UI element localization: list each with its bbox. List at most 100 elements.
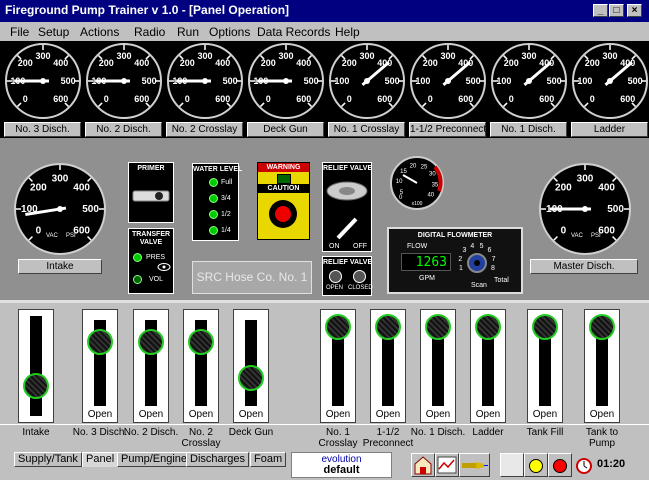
stopwatch-icon[interactable] (575, 456, 593, 474)
title-bar[interactable]: Fireground Pump Trainer v 1.0 - [Panel O… (0, 0, 649, 22)
gauge-tick-label: 400 (73, 182, 90, 193)
gauge-tick-label: 600 (296, 94, 311, 104)
valve-knob-icon[interactable] (188, 329, 214, 355)
valve-handle[interactable]: Open (320, 309, 356, 423)
valve-knob-icon[interactable] (87, 329, 113, 355)
flow-readout: 1263 (401, 253, 451, 271)
gauge-tick-label: 500 (547, 76, 562, 86)
discharge-gauge-face: 0100200300400500600 (410, 43, 486, 119)
valve-label: Deck Gun (211, 427, 291, 438)
primer-title: PRIMER (137, 165, 165, 172)
menu-setup[interactable]: Setup (38, 25, 69, 39)
gauge-tick-label: 400 (296, 58, 311, 68)
relief-valve-2-plate: RELIEF VALVE OPEN CLOSED (322, 256, 373, 296)
gauge-tick-label: 200 (18, 58, 33, 68)
relief-closed-button-icon[interactable] (353, 270, 366, 283)
valve-knob-icon[interactable] (589, 314, 615, 340)
relief-valve-2-title: RELIEF VALVE (323, 259, 373, 266)
valve-handle[interactable]: Open (183, 309, 219, 423)
tab-discharges[interactable]: Discharges (186, 452, 250, 467)
relief-valve-switch-icon[interactable] (324, 213, 370, 243)
gauge-tick-label: 200 (99, 58, 114, 68)
valve-knob-icon[interactable] (375, 314, 401, 340)
light-white-button[interactable] (500, 453, 524, 477)
close-button[interactable]: × (627, 4, 642, 17)
discharge-gauge-strip: 0100200300400500600010020030040050060001… (0, 41, 649, 138)
menu-data-records[interactable]: Data Records (257, 25, 330, 39)
valve-handle[interactable]: Open (584, 309, 620, 423)
valve-open-label: Open (532, 409, 558, 420)
tab-panel[interactable]: Panel (82, 452, 119, 467)
gauge-tick-label: 200 (504, 58, 519, 68)
menu-actions[interactable]: Actions (80, 25, 119, 39)
tab-pump-engine[interactable]: Pump/Engine (117, 452, 192, 467)
discharge-gauge-face: 0100200300400500600 (572, 43, 648, 119)
gauge-tick-label: 0 (590, 94, 595, 104)
station-button[interactable] (411, 453, 435, 477)
minimize-button[interactable]: _ (593, 4, 608, 17)
gauge-tick-label: 0 (347, 94, 352, 104)
discharge-gauge-face: 0100200300400500600 (491, 43, 567, 119)
tab-supply-tank[interactable]: Supply/Tank (14, 452, 82, 467)
valve-handle[interactable]: Open (82, 309, 118, 423)
discharge-gauge-face: 0100200300400500600 (329, 43, 405, 119)
tach-tick-label: 25 (421, 164, 428, 170)
master-gauge-label: Master Disch. (530, 259, 638, 274)
valve-handle[interactable]: Open (370, 309, 406, 423)
flowmeter-title: DIGITAL FLOWMETER (417, 232, 493, 239)
valve-knob-icon[interactable] (238, 365, 264, 391)
gauge-tick-label: 100 (496, 76, 511, 86)
valve-knob-icon[interactable] (475, 314, 501, 340)
chart-button[interactable] (435, 453, 459, 477)
tab-foam[interactable]: Foam (250, 452, 287, 467)
gauge-tick-label: 200 (423, 58, 438, 68)
discharge-gauge-face: 0100200300400500600 (167, 43, 243, 119)
psi-label: PSI (66, 233, 76, 239)
water-level-full-label: Full (221, 179, 233, 186)
nozzle-icon (462, 462, 488, 469)
menu-help[interactable]: Help (335, 25, 360, 39)
gauge-tick-label: 600 (53, 94, 68, 104)
valve-knob-icon[interactable] (23, 372, 49, 399)
menu-radio[interactable]: Radio (134, 25, 165, 39)
tach-tick-label: 10 (396, 179, 403, 185)
relief-on-label: ON (329, 243, 340, 250)
valve-knob-icon[interactable] (532, 314, 558, 340)
relief-valve-handwheel-icon[interactable] (324, 175, 370, 207)
valve-knob-icon[interactable] (138, 329, 164, 355)
discharge-gauge: 0100200300400500600 (571, 42, 649, 123)
gauge-tick-label: 200 (342, 58, 357, 68)
light-yellow-button[interactable] (524, 453, 548, 477)
valve-open-label: Open (138, 409, 164, 420)
gauge-tick-label: 500 (607, 204, 624, 215)
menu-file[interactable]: File (10, 25, 29, 39)
gauge-tick-label: 400 (134, 58, 149, 68)
window-title: Fireground Pump Trainer v 1.0 - [Panel O… (5, 3, 290, 17)
gauge-tick-label: 100 (334, 76, 349, 86)
valve-handle[interactable]: Open (233, 309, 269, 423)
gauge-tick-label: 200 (30, 182, 47, 193)
menu-run[interactable]: Run (177, 25, 199, 39)
nozzle-button[interactable] (459, 453, 490, 477)
vac-label: VAC (46, 233, 59, 239)
valve-handle[interactable]: Open (470, 309, 506, 423)
light-red-button[interactable] (548, 453, 572, 477)
pres-indicator-icon[interactable] (133, 253, 142, 262)
valve-handle[interactable]: Open (133, 309, 169, 423)
relief-open-button-icon[interactable] (329, 270, 342, 283)
fire-station-icon (414, 456, 432, 475)
valve-handle[interactable]: Open (420, 309, 456, 423)
valve-knob-icon[interactable] (425, 314, 451, 340)
warning-button-icon[interactable] (269, 200, 297, 228)
tach-face: 5101520 253035400x100 (390, 156, 444, 210)
valve-knob-icon[interactable] (325, 314, 351, 340)
menu-options[interactable]: Options (209, 25, 250, 39)
primer-handle-icon[interactable] (129, 177, 173, 217)
vol-indicator-icon[interactable] (133, 275, 142, 284)
maximize-button[interactable]: □ (609, 4, 624, 17)
valve-handle[interactable]: Open (527, 309, 563, 423)
gauge-label-preconnect: 1-1/2 Preconnect (409, 122, 487, 137)
water-level-1-2-led (209, 210, 218, 219)
valve-open-label: Open (325, 409, 351, 420)
valve-handle[interactable] (18, 309, 54, 423)
